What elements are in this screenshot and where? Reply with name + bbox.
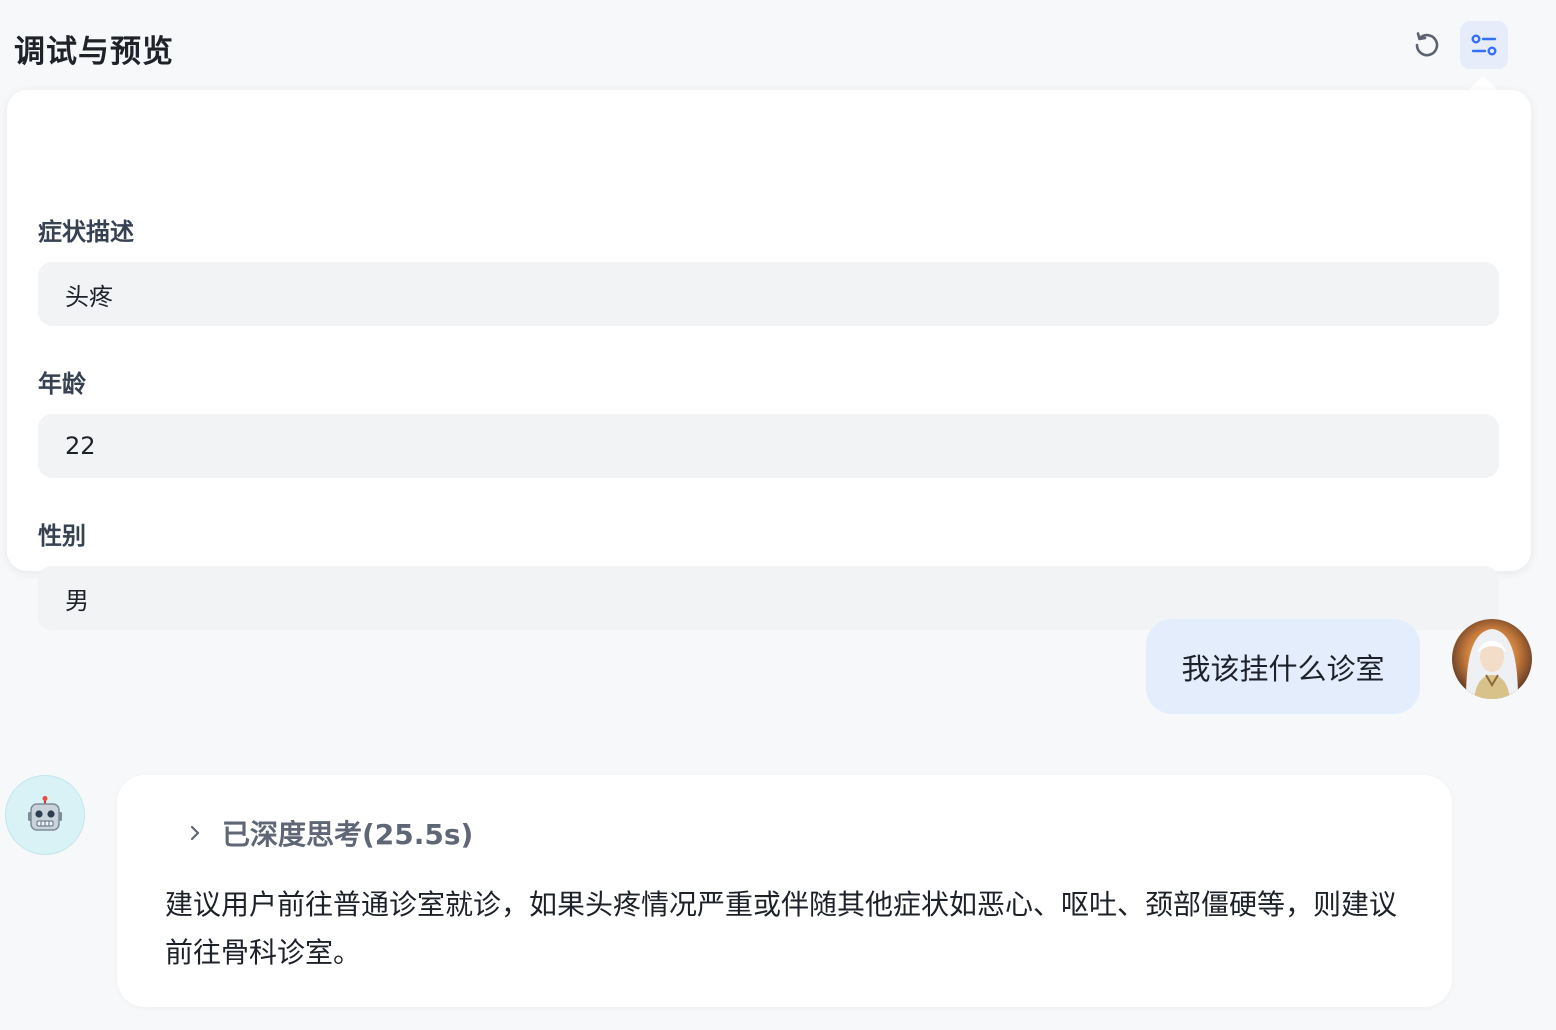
debug-preview-page: 调试与预览 症状描述 头疼 年龄 22 性别 男 我该挂什么诊室 已深度思考(2…	[0, 0, 1556, 1030]
bot-avatar	[5, 775, 85, 855]
user-avatar	[1452, 619, 1532, 699]
bot-message-text: 建议用户前往普通诊室就诊，如果头疼情况严重或伴随其他症状如恶心、呕吐、颈部僵硬等…	[165, 888, 1398, 969]
sliders-icon	[1471, 34, 1497, 56]
variables-settings-button[interactable]	[1460, 21, 1508, 69]
symptom-input[interactable]: 头疼	[38, 262, 1499, 326]
thinking-label: 已深度思考(25.5s)	[222, 818, 474, 851]
field-age: 年龄 22	[38, 364, 1499, 478]
age-input[interactable]: 22	[38, 414, 1499, 478]
header: 调试与预览	[0, 0, 1556, 92]
field-gender: 性别 男	[38, 516, 1499, 630]
page-title: 调试与预览	[14, 34, 174, 70]
robot-icon	[28, 796, 62, 831]
user-avatar-image	[1452, 619, 1532, 699]
field-label-symptom: 症状描述	[38, 218, 134, 246]
user-message-bubble: 我该挂什么诊室	[1146, 619, 1420, 714]
field-symptom: 症状描述 头疼	[38, 212, 1499, 326]
chevron-right-icon	[185, 823, 205, 843]
reset-button[interactable]	[1403, 21, 1451, 69]
field-label-age: 年龄	[38, 370, 86, 398]
bot-message-bubble: 已深度思考(25.5s) 建议用户前往普通诊室就诊，如果头疼情况严重或伴随其他症…	[117, 775, 1452, 1007]
refresh-icon	[1415, 32, 1439, 57]
field-label-gender: 性别	[38, 522, 86, 550]
thinking-toggle[interactable]: 已深度思考(25.5s)	[185, 813, 473, 853]
variables-panel: 症状描述 头疼 年龄 22 性别 男	[7, 90, 1531, 630]
